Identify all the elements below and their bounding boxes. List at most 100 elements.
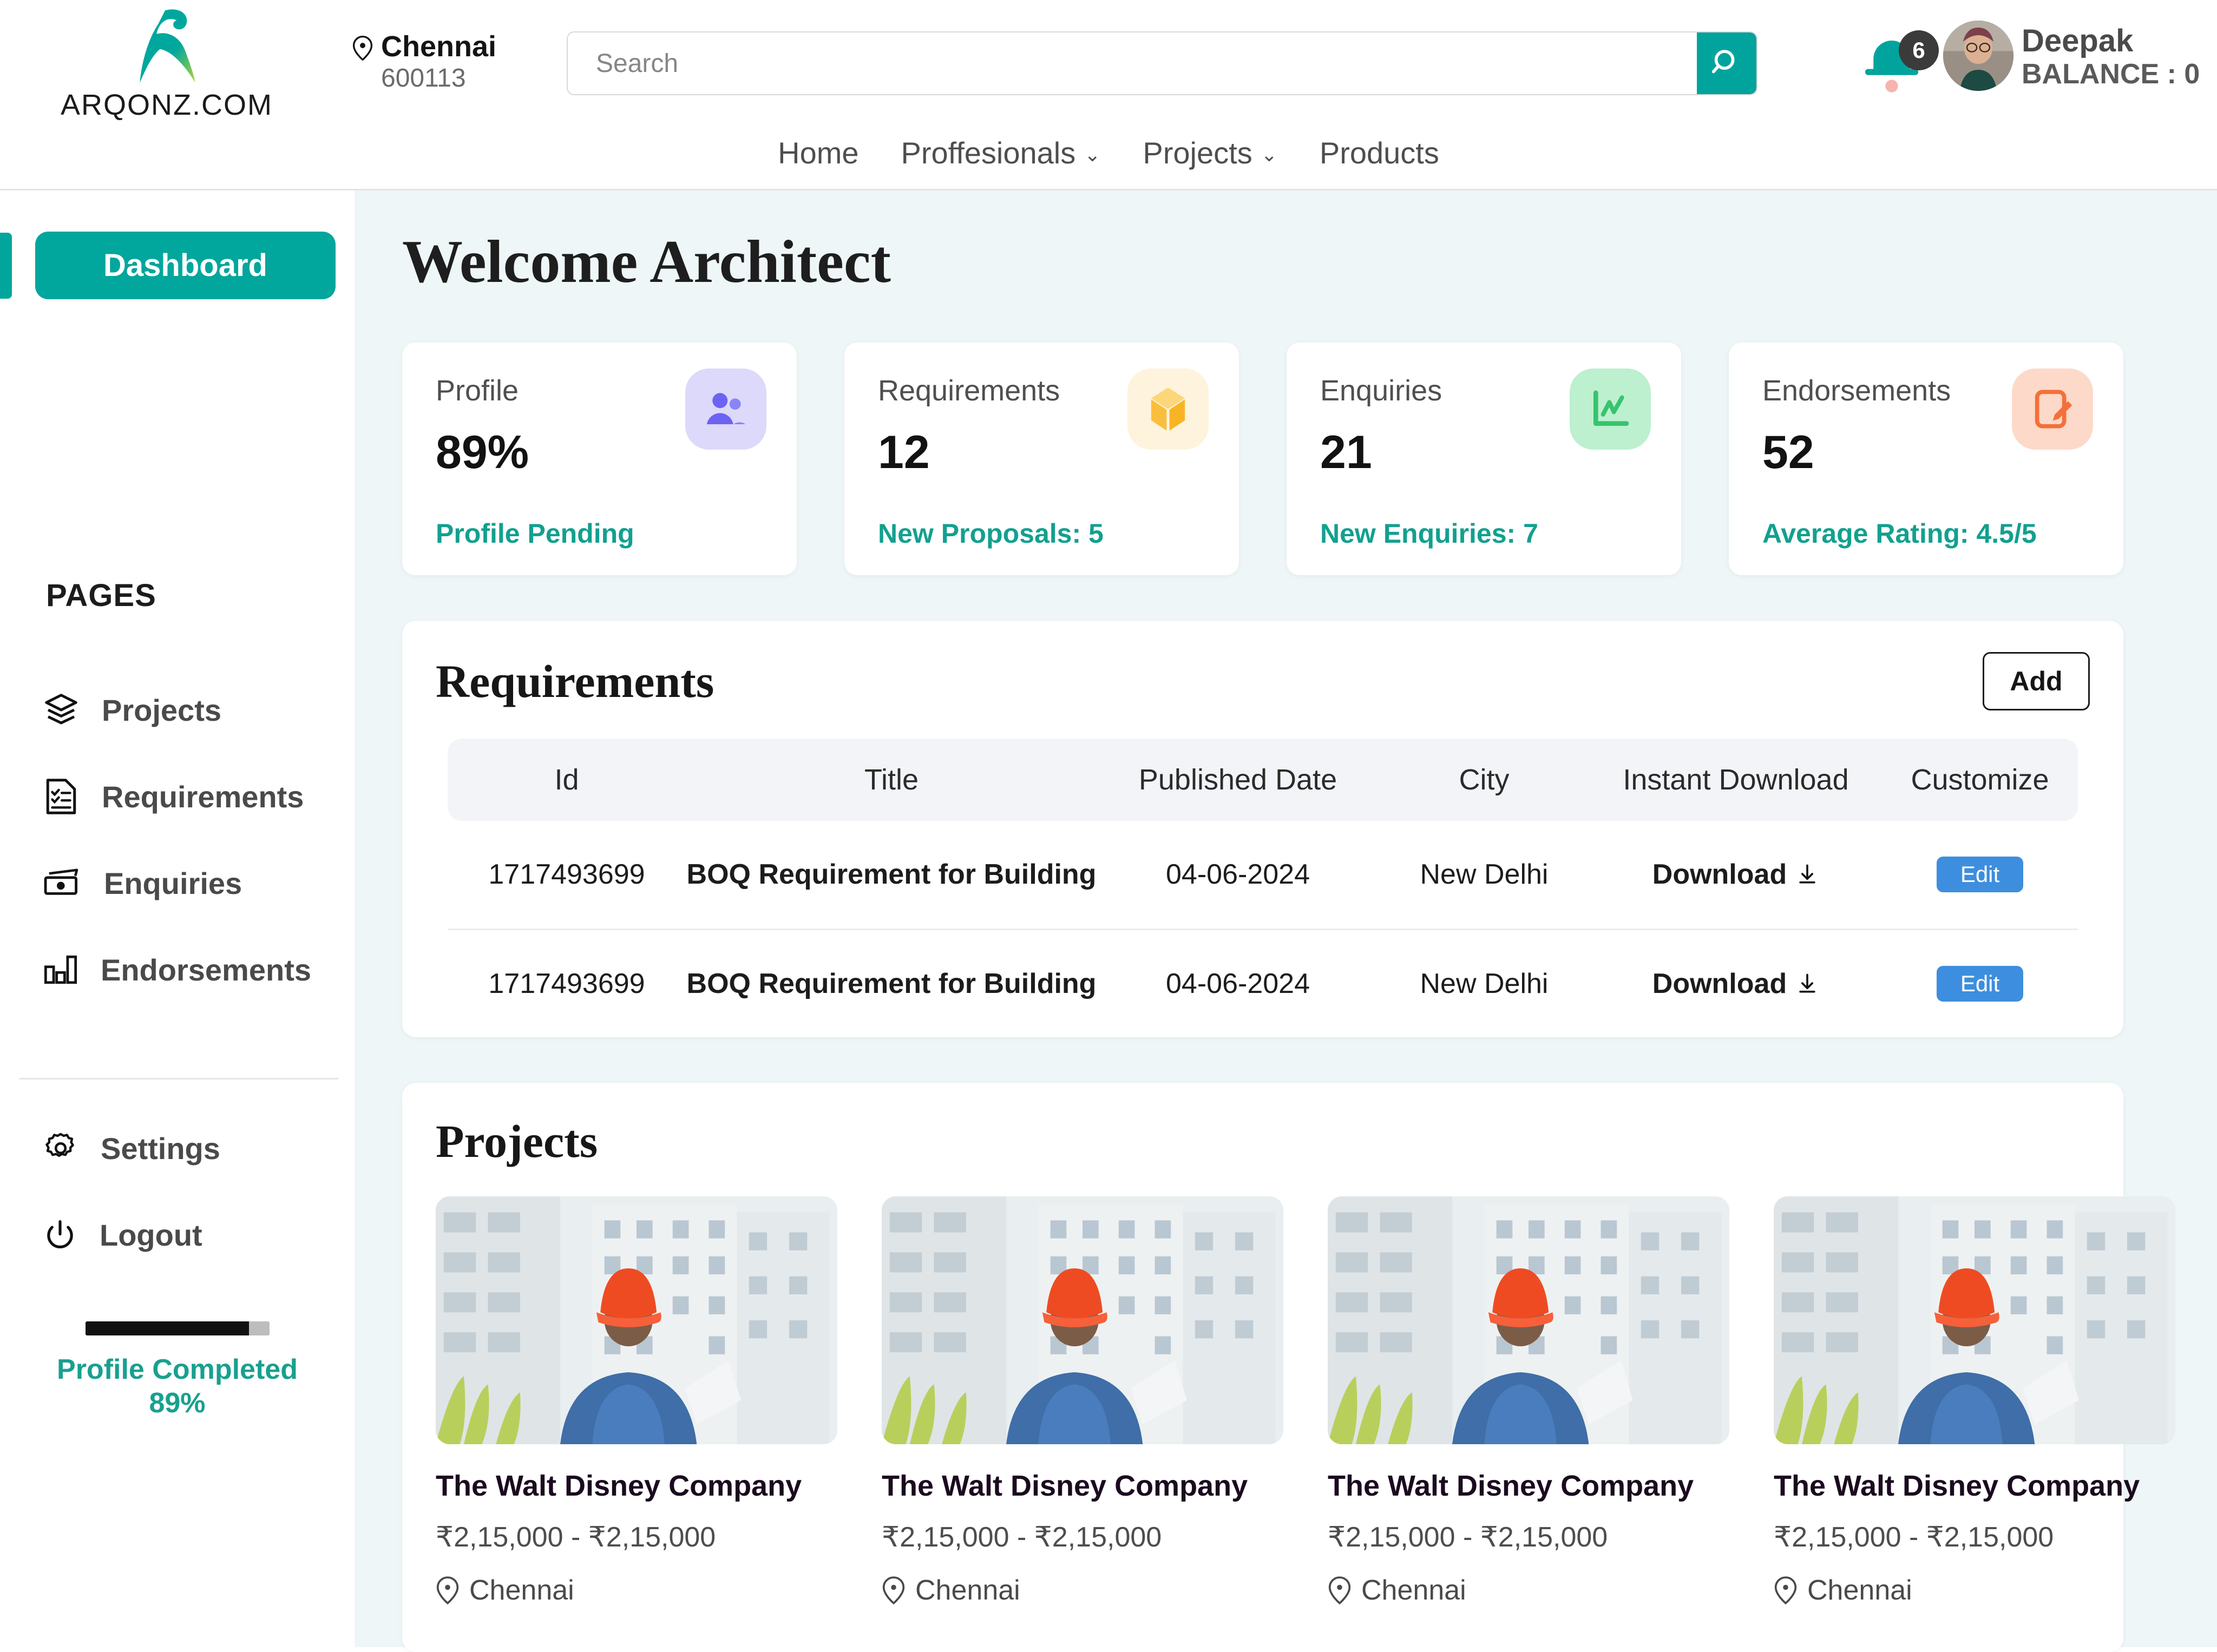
search-bar[interactable] bbox=[567, 31, 1757, 95]
sidebar-item-logout[interactable]: Logout bbox=[0, 1192, 355, 1278]
sidebar-section-label: PAGES bbox=[46, 578, 156, 613]
nav-item-home[interactable]: Home bbox=[778, 135, 858, 170]
cell-city: New Delhi bbox=[1379, 821, 1590, 930]
stat-subtext: New Proposals: 5 bbox=[878, 518, 1104, 549]
location-pin-icon bbox=[1774, 1576, 1797, 1604]
sidebar-label-requirements: Requirements bbox=[102, 779, 304, 814]
money-bill-icon bbox=[44, 868, 78, 895]
progress-label-line1: Profile Completed bbox=[57, 1354, 298, 1385]
table-row[interactable]: 1717493699 BOQ Requirement for Building … bbox=[448, 929, 2078, 1037]
checklist-document-icon bbox=[46, 779, 76, 814]
cell-customize[interactable]: Edit bbox=[1882, 929, 2078, 1037]
arqonz-logo-icon bbox=[140, 9, 195, 83]
requirements-panel: Requirements Add Id Title Published Date… bbox=[402, 621, 2123, 1037]
sidebar-item-settings[interactable]: Settings bbox=[0, 1105, 355, 1192]
main-navigation: Home Proffesionals ⌄ Projects ⌄ Products bbox=[0, 120, 2217, 185]
edit-button[interactable]: Edit bbox=[1937, 965, 2023, 1002]
table-row[interactable]: 1717493699 BOQ Requirement for Building … bbox=[448, 821, 2078, 930]
nav-item-proffesionals[interactable]: Proffesionals ⌄ bbox=[901, 135, 1101, 170]
line-chart-icon-wrap bbox=[1570, 368, 1651, 450]
line-chart-icon bbox=[1593, 390, 1629, 426]
location-selector[interactable]: Chennai 600113 bbox=[352, 31, 496, 94]
people-icon bbox=[706, 393, 746, 424]
cell-customize[interactable]: Edit bbox=[1882, 821, 2078, 930]
avatar[interactable] bbox=[1943, 21, 2013, 91]
nav-label-projects: Projects bbox=[1143, 135, 1252, 170]
stat-card-endorsements[interactable]: Endorsements 52 Average Rating: 4.5/5 bbox=[1729, 343, 2123, 575]
edit-button[interactable]: Edit bbox=[1937, 857, 2023, 893]
box-icon-wrap bbox=[1127, 368, 1209, 450]
project-card[interactable]: The Walt Disney Company ₹2,15,000 - ₹2,1… bbox=[882, 1196, 1283, 1607]
add-requirement-button[interactable]: Add bbox=[1983, 652, 2090, 710]
column-header-title: Title bbox=[864, 764, 919, 796]
sidebar-item-endorsements[interactable]: Endorsements bbox=[0, 926, 355, 1013]
cell-id: 1717493699 bbox=[448, 821, 686, 930]
cell-download[interactable]: Download bbox=[1590, 821, 1882, 930]
sidebar-item-projects[interactable]: Projects bbox=[0, 667, 355, 753]
sign-document-icon-wrap bbox=[2012, 368, 2093, 450]
project-city: Chennai bbox=[469, 1575, 574, 1606]
search-icon bbox=[1711, 50, 1735, 74]
project-name: The Walt Disney Company bbox=[882, 1470, 1248, 1502]
gear-icon bbox=[45, 1133, 74, 1157]
search-input[interactable] bbox=[568, 32, 1697, 94]
box-icon bbox=[1151, 387, 1185, 431]
construction-photo bbox=[1774, 1196, 2175, 1444]
notifications-button[interactable]: 6 bbox=[1857, 30, 1943, 103]
sidebar-item-requirements[interactable]: Requirements bbox=[0, 753, 355, 840]
sidebar-item-dashboard[interactable]: Dashboard bbox=[35, 232, 336, 299]
sidebar-menu: Projects Requirements Enquiries Endorsem… bbox=[0, 667, 355, 1013]
download-link[interactable]: Download bbox=[1652, 858, 1819, 891]
project-location: Chennai bbox=[882, 1574, 1283, 1607]
construction-photo bbox=[436, 1196, 837, 1444]
project-card[interactable]: The Walt Disney Company ₹2,15,000 - ₹2,1… bbox=[1328, 1196, 1729, 1607]
top-bar: ARQONZ.COM Chennai 600113 6 bbox=[0, 0, 2217, 190]
projects-header: Projects bbox=[402, 1083, 2123, 1168]
active-indicator bbox=[0, 233, 12, 299]
project-name: The Walt Disney Company bbox=[1328, 1470, 1694, 1502]
people-icon-wrap bbox=[685, 368, 766, 450]
user-balance: BALANCE : 0 bbox=[2022, 58, 2200, 90]
sidebar-label-projects: Projects bbox=[102, 693, 221, 727]
stat-card-requirements[interactable]: Requirements 12 New Proposals: 5 bbox=[844, 343, 1239, 575]
table-body: 1717493699 BOQ Requirement for Building … bbox=[448, 821, 2078, 1037]
column-header-published-date: Published Date bbox=[1138, 764, 1337, 796]
cell-city: New Delhi bbox=[1420, 967, 1549, 999]
nav-item-projects[interactable]: Projects ⌄ bbox=[1143, 135, 1277, 170]
brand-logo[interactable]: ARQONZ.COM bbox=[53, 5, 280, 122]
requirements-header: Requirements Add bbox=[402, 621, 2123, 710]
stat-card-enquiries[interactable]: Enquiries 21 New Enquiries: 7 bbox=[1287, 343, 1681, 575]
search-button[interactable] bbox=[1697, 32, 1756, 94]
main-content: Welcome Architect Profile 89% Profile Pe… bbox=[355, 190, 2217, 1652]
project-price: ₹2,15,000 - ₹2,15,000 bbox=[882, 1522, 1162, 1553]
nav-label-proffesionals: Proffesionals bbox=[901, 135, 1076, 170]
project-image bbox=[436, 1196, 837, 1444]
project-location: Chennai bbox=[1328, 1574, 1729, 1607]
download-icon bbox=[1799, 864, 1815, 884]
user-name: Deepak bbox=[2022, 23, 2134, 58]
power-icon bbox=[47, 1220, 73, 1248]
requirements-title: Requirements bbox=[436, 655, 714, 707]
cell-id: 1717493699 bbox=[488, 967, 645, 999]
download-link[interactable]: Download bbox=[1652, 967, 1819, 1000]
sidebar-label-enquiries: Enquiries bbox=[104, 866, 242, 900]
user-info[interactable]: Deepak BALANCE : 0 bbox=[2022, 23, 2200, 91]
location-city: Chennai bbox=[381, 30, 497, 63]
projects-title: Projects bbox=[436, 1115, 598, 1167]
project-price: ₹2,15,000 - ₹2,15,000 bbox=[1774, 1522, 2054, 1553]
sidebar-item-enquiries[interactable]: Enquiries bbox=[0, 840, 355, 926]
project-image bbox=[882, 1196, 1283, 1444]
sidebar-divider bbox=[19, 1078, 338, 1080]
notification-count-badge: 6 bbox=[1899, 30, 1939, 70]
progress-label: Profile Completed 89% bbox=[0, 1353, 355, 1420]
profile-progress: Profile Completed 89% bbox=[0, 1321, 355, 1420]
projects-grid: The Walt Disney Company ₹2,15,000 - ₹2,1… bbox=[402, 1196, 2175, 1652]
sidebar-menu-secondary: Settings Logout bbox=[0, 1105, 355, 1278]
project-card[interactable]: The Walt Disney Company ₹2,15,000 - ₹2,1… bbox=[436, 1196, 837, 1607]
cell-download[interactable]: Download bbox=[1590, 929, 1882, 1037]
project-name: The Walt Disney Company bbox=[1774, 1470, 2140, 1502]
project-card[interactable]: The Walt Disney Company ₹2,15,000 - ₹2,1… bbox=[1774, 1196, 2175, 1607]
bar-chart-icon bbox=[44, 955, 77, 984]
nav-item-products[interactable]: Products bbox=[1320, 135, 1439, 170]
stat-card-profile[interactable]: Profile 89% Profile Pending bbox=[402, 343, 797, 575]
